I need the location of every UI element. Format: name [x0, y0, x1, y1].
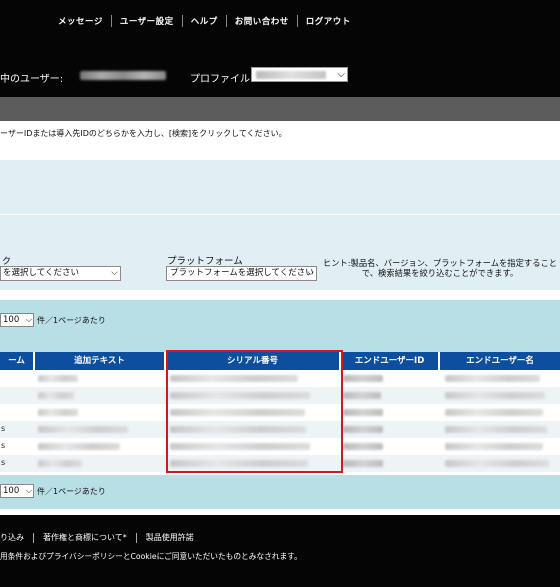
nav-divider [225, 15, 227, 27]
nav-divider [181, 15, 183, 27]
redacted-cell [343, 460, 383, 467]
current-user-label: 中のユーザー: [0, 74, 64, 85]
footer-link-license[interactable]: 製品使用許諾 [146, 532, 194, 543]
nav-divider [110, 15, 112, 27]
redacted-cell [38, 443, 120, 450]
nav-logout-link[interactable]: ログアウト [306, 15, 351, 27]
product-select-value: を選択してください [3, 268, 79, 278]
redacted-cell [343, 375, 383, 382]
pager-bottom: 100 ⌵ 件／1ページあたり [0, 475, 560, 509]
profile-select[interactable]: ⌵ [251, 67, 348, 82]
redacted-cell [445, 443, 543, 450]
chevron-down-icon: ⌵ [337, 69, 345, 80]
pager-top: 100 ⌵ 件／1ページあたり [0, 300, 560, 352]
redacted-cell [38, 460, 82, 467]
footer-link-terms[interactable]: り込み [0, 532, 24, 543]
redacted-cell [445, 426, 547, 433]
top-nav: メッセージ ユーザー設定 ヘルプ お問い合わせ ログアウト [58, 15, 351, 27]
search-hint: ヒント:製品名、バージョン、プラットフォームを指定すること で、検索結果を絞り込… [322, 258, 558, 278]
redacted-cell [445, 409, 543, 416]
redacted-cell [38, 426, 128, 433]
serial-number-highlight-box [166, 350, 343, 473]
redacted-cell [343, 409, 383, 416]
chevron-down-icon: ⌵ [25, 315, 32, 324]
row-platform-fragment: s [1, 458, 6, 467]
row-platform-fragment: s [1, 424, 6, 433]
chevron-down-icon: ⌵ [111, 268, 118, 278]
per-page-label: 件／1ページあたり [37, 316, 106, 325]
row-platform-fragment: s [1, 441, 6, 450]
platform-label: プラットフォーム [167, 256, 243, 267]
column-header-end-user-id[interactable]: エンドユーザーID [341, 352, 438, 370]
platform-select-value: プラットフォームを選択してください [170, 268, 314, 278]
footer-links: り込み 著作権と商標について* 製品使用許諾 [0, 532, 194, 543]
per-page-select[interactable]: 100 ⌵ [0, 313, 34, 327]
nav-contact-link[interactable]: お問い合わせ [235, 15, 289, 27]
redacted-cell [38, 375, 78, 382]
redacted-cell [343, 426, 383, 433]
product-select[interactable]: を選択してください ⌵ [0, 266, 121, 281]
per-page-select-bottom[interactable]: 100 ⌵ [0, 484, 34, 498]
top-header-bar: メッセージ ユーザー設定 ヘルプ お問い合わせ ログアウト 中のユーザー: プロ… [0, 0, 560, 97]
redacted-profile-value [256, 71, 326, 79]
redacted-cell [343, 443, 383, 450]
column-header-platform[interactable]: ーム [0, 352, 33, 370]
per-page-value: 100 [3, 315, 20, 325]
footer-link-copyright[interactable]: 著作権と商標について* [43, 532, 127, 543]
redacted-cell [38, 392, 74, 399]
profile-label: プロファイル: [190, 74, 254, 85]
redacted-cell [445, 460, 549, 467]
column-header-end-user-name[interactable]: エンドユーザー名 [440, 352, 560, 370]
panel-divider [0, 214, 560, 215]
redacted-user-name [80, 71, 166, 80]
platform-select[interactable]: プラットフォームを選択してください ⌵ [166, 266, 317, 281]
per-page-label: 件／1ページあたり [37, 487, 106, 496]
chevron-down-icon: ⌵ [25, 486, 32, 495]
redacted-cell [445, 392, 545, 399]
redacted-cell [445, 375, 540, 382]
nav-divider [296, 15, 298, 27]
search-instruction-text: ーザーIDまたは導入先IDのどちらかを入力し、[検索]をクリックしてください。 [0, 129, 287, 138]
gray-title-bar [0, 97, 560, 121]
column-header-additional-text[interactable]: 追加テキスト [35, 352, 164, 370]
nav-help-link[interactable]: ヘルプ [191, 15, 218, 27]
per-page-value: 100 [3, 486, 20, 496]
footer-divider [33, 532, 34, 543]
footer-divider [135, 532, 137, 543]
chevron-down-icon: ⌵ [307, 268, 314, 278]
footer-note: 用条件およびプライバシーポリシーとCookieにご同意いただいたものとみなされま… [0, 552, 302, 561]
redacted-cell [38, 409, 78, 416]
nav-user-settings-link[interactable]: ユーザー設定 [120, 15, 174, 27]
nav-messages-link[interactable]: メッセージ [58, 15, 103, 27]
footer: り込み 著作権と商標について* 製品使用許諾 用条件およびプライバシーポリシーと… [0, 515, 560, 587]
redacted-cell [343, 392, 381, 399]
